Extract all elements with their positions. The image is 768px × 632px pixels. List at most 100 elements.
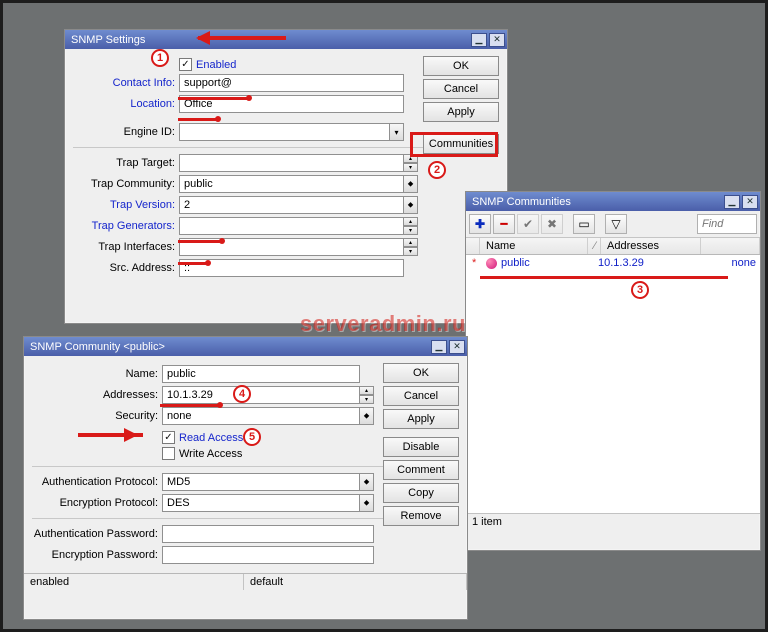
annotation-underline — [178, 262, 208, 265]
ok-button[interactable]: OK — [383, 363, 459, 383]
toolbar: ✚ ━ ✔ ✖ ▭ ▽ — [466, 211, 760, 238]
check-icon[interactable]: ✔ — [517, 214, 539, 234]
remove-button[interactable]: Remove — [383, 506, 459, 526]
find-input[interactable] — [697, 214, 757, 234]
addresses-stepper[interactable]: ▴▾ — [360, 386, 374, 404]
src-address-label: Src. Address: — [73, 262, 179, 274]
cancel-button[interactable]: Cancel — [423, 79, 499, 99]
chevron-down-icon[interactable]: ▾ — [390, 123, 404, 141]
engineid-input[interactable] — [179, 123, 390, 141]
trap-target-input[interactable] — [179, 154, 404, 172]
name-input[interactable] — [162, 365, 360, 383]
trap-interfaces-label: Trap Interfaces: — [73, 241, 179, 253]
add-icon[interactable]: ✚ — [469, 214, 491, 234]
remove-icon[interactable]: ━ — [493, 214, 515, 234]
col-addresses[interactable]: Addresses — [601, 238, 701, 254]
enabled-checkbox[interactable]: ✓ — [179, 58, 192, 71]
comment-icon[interactable]: ▭ — [573, 214, 595, 234]
enc-proto-input[interactable] — [162, 494, 360, 512]
annotation-marker-5: 5 — [243, 428, 261, 446]
close-icon[interactable]: ✕ — [489, 33, 505, 47]
minimize-icon[interactable]: ▁ — [724, 195, 740, 209]
trap-version-input[interactable] — [179, 196, 404, 214]
read-access-checkbox[interactable]: ✓ — [162, 431, 175, 444]
close-icon[interactable]: ✕ — [742, 195, 758, 209]
apply-button[interactable]: Apply — [423, 102, 499, 122]
window-title: SNMP Communities — [472, 196, 722, 208]
default-star-icon: * — [466, 255, 480, 271]
trap-version-label: Trap Version: — [73, 199, 179, 211]
titlebar[interactable]: SNMP Settings ▁ ✕ — [65, 30, 507, 49]
window-title: SNMP Community <public> — [30, 341, 429, 353]
status-bar: 1 item — [466, 513, 760, 530]
chevron-down-icon[interactable]: ⬥ — [360, 494, 374, 512]
apply-button[interactable]: Apply — [383, 409, 459, 429]
snmp-communities-window: SNMP Communities ▁ ✕ ✚ ━ ✔ ✖ ▭ ▽ Name ∕ … — [465, 191, 761, 551]
disable-icon[interactable]: ✖ — [541, 214, 563, 234]
chevron-down-icon[interactable]: ⬥ — [404, 175, 418, 193]
auth-proto-label: Authentication Protocol: — [32, 476, 162, 488]
enc-proto-label: Encryption Protocol: — [32, 497, 162, 509]
auth-pass-input[interactable] — [162, 525, 374, 543]
annotation-highlight — [410, 132, 498, 157]
auth-pass-label: Authentication Password: — [32, 528, 162, 540]
enabled-label: Enabled — [196, 59, 236, 71]
annotation-underline — [178, 97, 249, 100]
titlebar[interactable]: SNMP Communities ▁ ✕ — [466, 192, 760, 211]
status-bar: enabled default — [24, 573, 467, 590]
src-address-input[interactable] — [179, 259, 404, 277]
ok-button[interactable]: OK — [423, 56, 499, 76]
location-label: Location: — [73, 98, 179, 110]
trap-generators-stepper[interactable]: ▴▾ — [404, 217, 418, 235]
enc-pass-label: Encryption Password: — [32, 549, 162, 561]
chevron-down-icon[interactable]: ⬥ — [404, 196, 418, 214]
filter-icon[interactable]: ▽ — [605, 214, 627, 234]
engineid-label: Engine ID: — [73, 126, 179, 138]
disable-button[interactable]: Disable — [383, 437, 459, 457]
comment-button[interactable]: Comment — [383, 460, 459, 480]
contact-label: Contact Info: — [73, 77, 179, 89]
security-input[interactable] — [162, 407, 360, 425]
security-label: Security: — [32, 410, 162, 422]
trap-generators-input[interactable] — [179, 217, 404, 235]
titlebar[interactable]: SNMP Community <public> ▁ ✕ — [24, 337, 467, 356]
trap-target-label: Trap Target: — [73, 157, 179, 169]
row-name: public — [480, 255, 592, 271]
annotation-underline — [480, 276, 728, 279]
trap-generators-label: Trap Generators: — [73, 220, 179, 232]
close-icon[interactable]: ✕ — [449, 340, 465, 354]
snmp-community-window: SNMP Community <public> ▁ ✕ Name: Addres… — [23, 336, 468, 620]
annotation-marker-3: 3 — [631, 281, 649, 299]
addresses-label: Addresses: — [32, 389, 162, 401]
list-header: Name ∕ Addresses — [466, 238, 760, 255]
auth-proto-input[interactable] — [162, 473, 360, 491]
cancel-button[interactable]: Cancel — [383, 386, 459, 406]
name-label: Name: — [32, 368, 162, 380]
globe-icon — [486, 258, 497, 269]
write-access-label: Write Access — [179, 448, 242, 460]
addresses-input[interactable] — [162, 386, 360, 404]
col-name[interactable]: Name — [480, 238, 588, 254]
annotation-underline — [160, 404, 220, 407]
trap-interfaces-stepper[interactable]: ▴▾ — [404, 238, 418, 256]
write-access-checkbox[interactable] — [162, 447, 175, 460]
chevron-down-icon[interactable]: ⬥ — [360, 473, 374, 491]
watermark: serveradmin.ru — [300, 313, 466, 335]
minimize-icon[interactable]: ▁ — [431, 340, 447, 354]
annotation-marker-1: 1 — [151, 49, 169, 67]
row-addresses: 10.1.3.29 — [592, 255, 678, 271]
list-body[interactable]: * public 10.1.3.29 none — [466, 255, 760, 513]
enc-pass-input[interactable] — [162, 546, 374, 564]
read-access-label: Read Access — [179, 432, 243, 444]
annotation-underline — [178, 118, 218, 121]
minimize-icon[interactable]: ▁ — [471, 33, 487, 47]
annotation-marker-4: 4 — [233, 385, 251, 403]
trap-community-label: Trap Community: — [73, 178, 179, 190]
trap-community-input[interactable] — [179, 175, 404, 193]
annotation-underline — [178, 240, 222, 243]
contact-input[interactable] — [179, 74, 404, 92]
table-row[interactable]: * public 10.1.3.29 none — [466, 255, 760, 271]
copy-button[interactable]: Copy — [383, 483, 459, 503]
chevron-down-icon[interactable]: ⬥ — [360, 407, 374, 425]
status-left: enabled — [24, 574, 244, 590]
